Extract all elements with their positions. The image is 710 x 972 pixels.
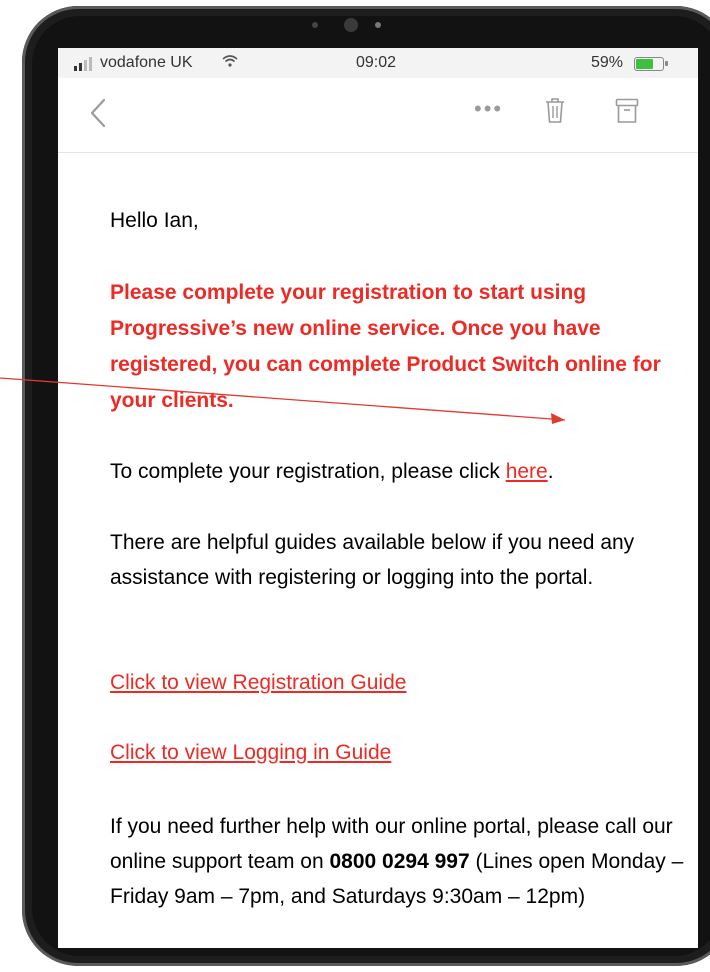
- archive-icon[interactable]: [615, 98, 639, 124]
- support-info: If you need further help with our online…: [110, 809, 690, 914]
- registration-guide-link[interactable]: Click to view Registration Guide: [110, 671, 406, 694]
- registration-instruction: To complete your registration, please cl…: [110, 460, 554, 484]
- front-camera: [344, 18, 358, 32]
- email-toolbar: •••: [58, 78, 698, 153]
- registration-prefix: To complete your registration, please cl…: [110, 460, 506, 483]
- registration-notice: Please complete your registration to sta…: [110, 281, 661, 412]
- sensor-dot: [375, 22, 381, 28]
- registration-suffix: .: [547, 460, 554, 483]
- battery-percentage: 59%: [591, 54, 624, 71]
- battery-icon: [634, 57, 668, 71]
- wifi-icon: [222, 54, 238, 70]
- chevron-left-icon[interactable]: [88, 98, 108, 128]
- registration-here-link[interactable]: here: [506, 460, 548, 483]
- email-greeting: Hello Ian,: [110, 209, 199, 232]
- guides-intro: There are helpful guides available below…: [110, 531, 635, 589]
- battery-level-fill: [636, 59, 653, 69]
- carrier-name: vodafone UK: [100, 54, 193, 71]
- tablet-device-frame: vodafone UK 09:02 59% ••• Hello Ian, Ple…: [22, 6, 710, 966]
- support-phone-number[interactable]: 0800 0294 997: [329, 850, 469, 873]
- status-bar: vodafone UK 09:02 59%: [58, 48, 698, 78]
- trash-icon[interactable]: [544, 96, 566, 124]
- signal-icon: [74, 57, 92, 71]
- more-dots-icon[interactable]: •••: [474, 96, 503, 122]
- status-time: 09:02: [356, 54, 397, 71]
- logging-in-guide-link[interactable]: Click to view Logging in Guide: [110, 741, 391, 764]
- sensor-dot: [312, 22, 318, 28]
- screen: vodafone UK 09:02 59% ••• Hello Ian, Ple…: [58, 48, 698, 948]
